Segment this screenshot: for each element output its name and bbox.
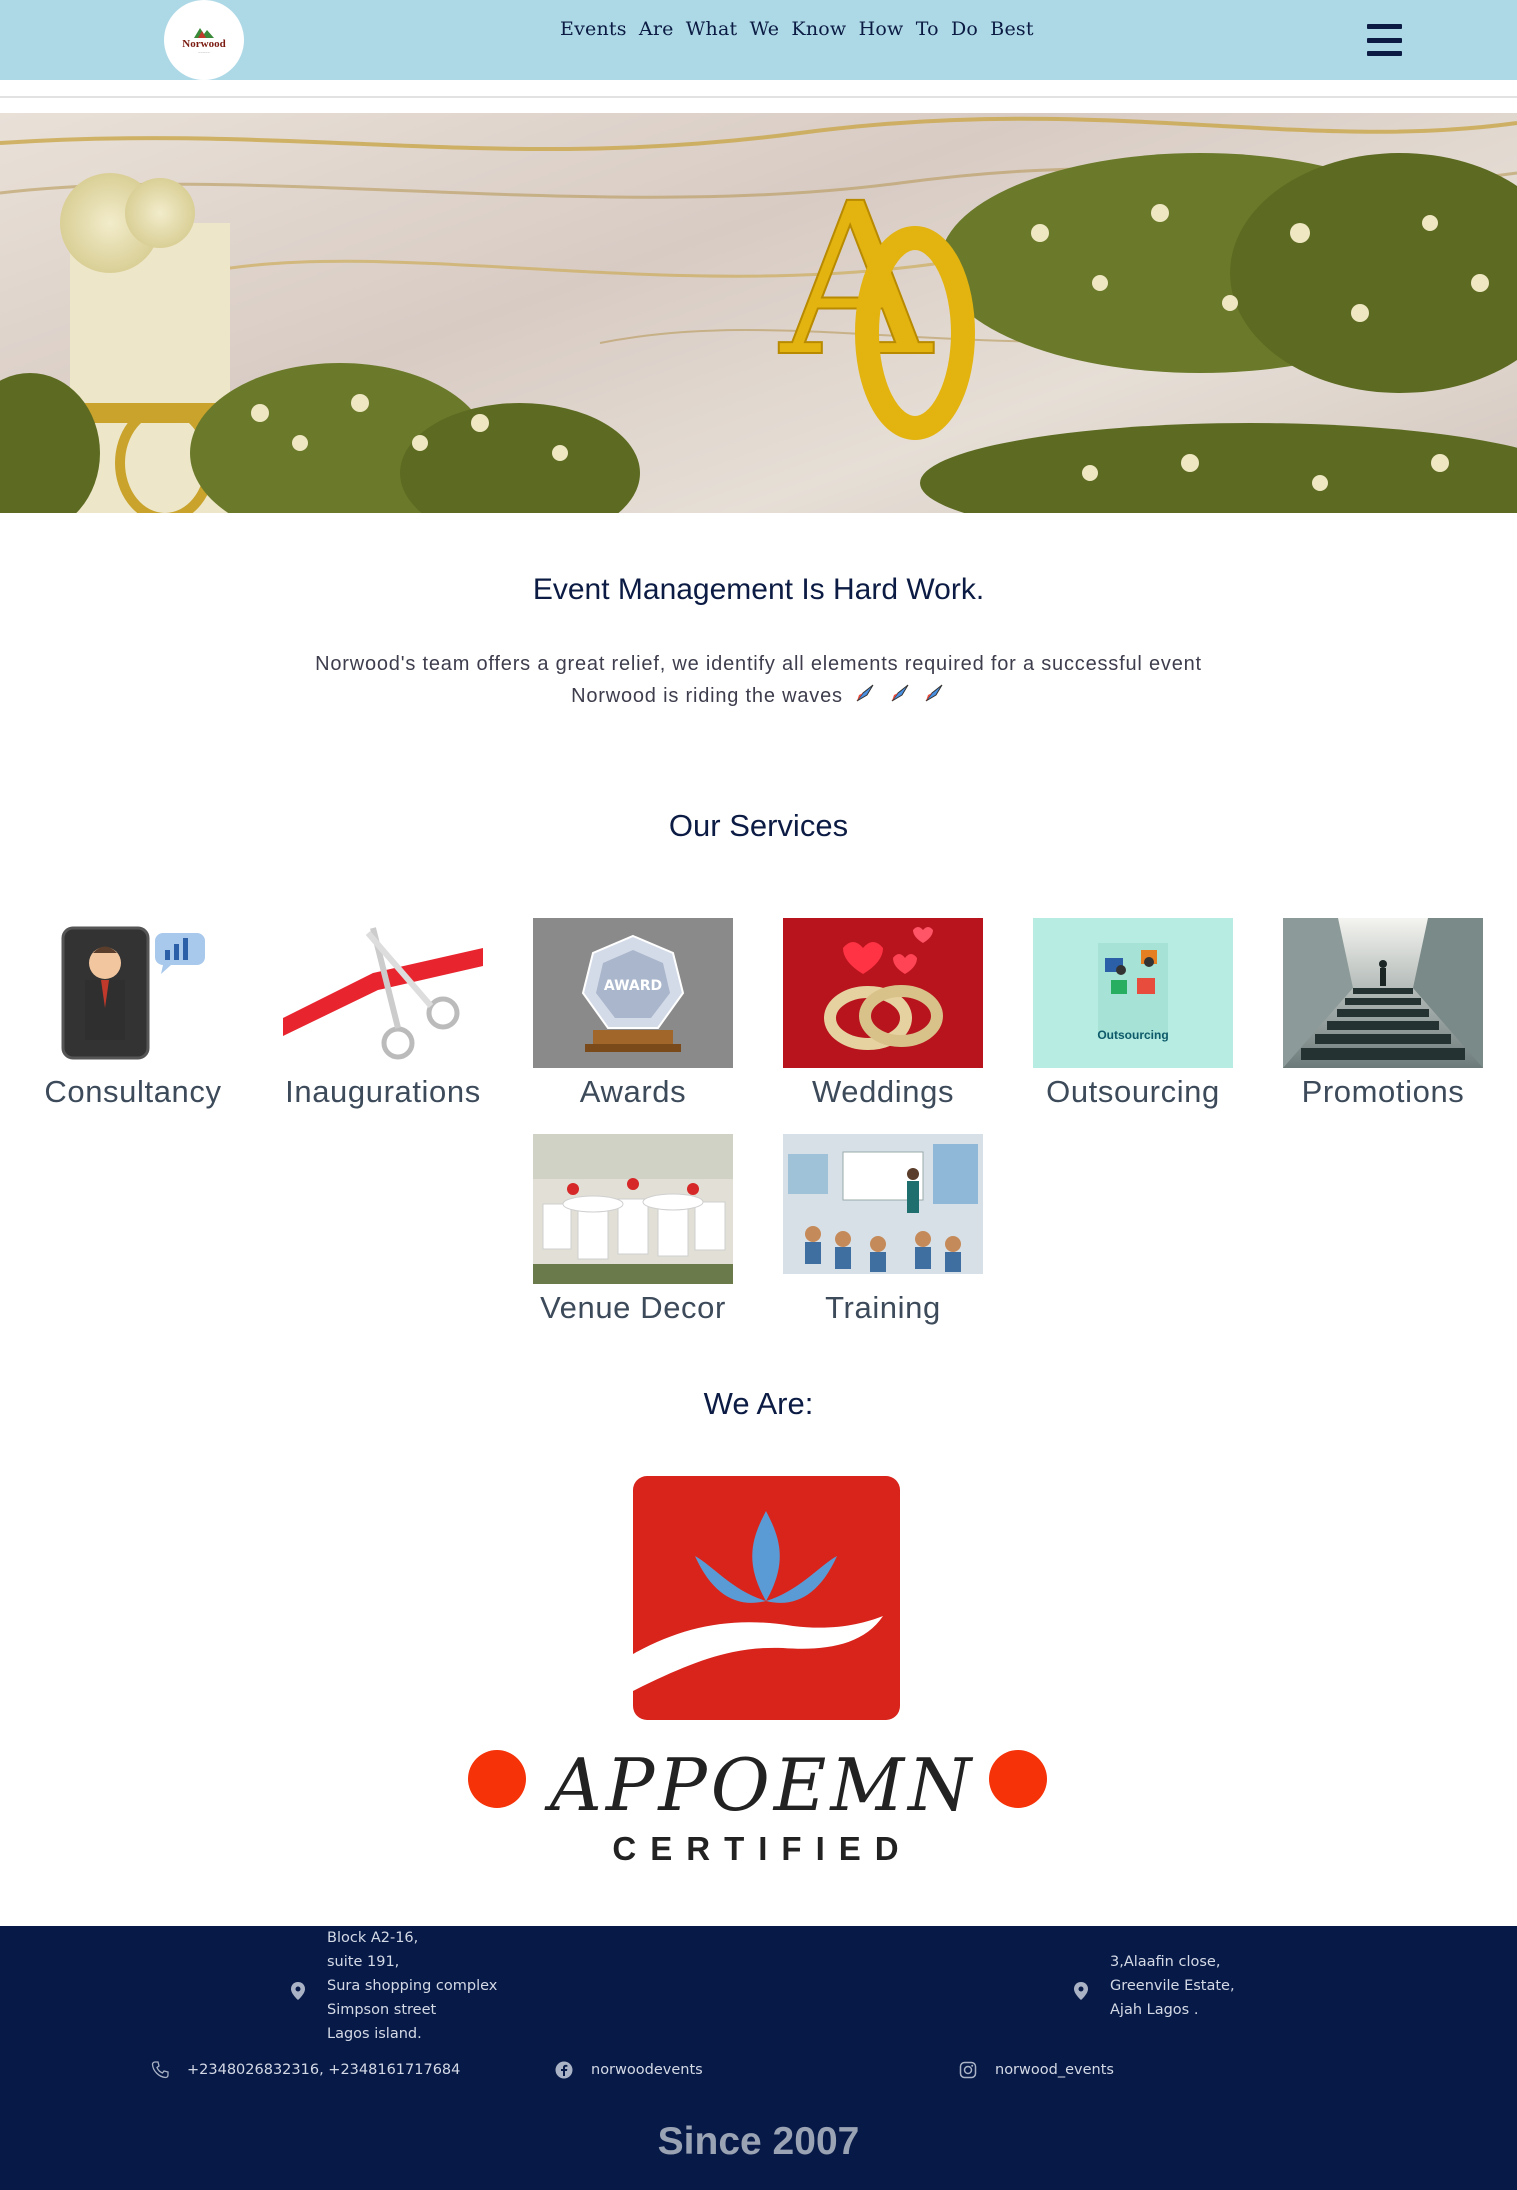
- phone-icon: [151, 2061, 169, 2079]
- training-icon: [783, 1134, 983, 1284]
- award-trophy-icon: AWARD: [533, 918, 733, 1068]
- location-pin-icon: [291, 1982, 305, 2000]
- address-line: Block A2-16,: [327, 1930, 419, 1946]
- service-training[interactable]: Training: [783, 1134, 983, 1326]
- appoemn-logo: [633, 1476, 900, 1720]
- phone-contact[interactable]: +2348026832316, +2348161717684: [151, 2061, 460, 2079]
- intro-text-line-1: Norwood's team offers a great relief, we…: [315, 653, 1202, 675]
- service-label: Promotions: [1301, 1074, 1465, 1109]
- service-label: Weddings: [811, 1074, 955, 1109]
- service-outsourcing[interactable]: Outsourcing Outsourcing: [1033, 918, 1233, 1110]
- intro-title: Event Management Is Hard Work.: [532, 573, 985, 606]
- instagram-icon: [959, 2061, 977, 2079]
- address-line: Simpson street: [327, 2002, 437, 2018]
- site-tagline: Events Are What We Know How To Do Best: [560, 18, 1034, 40]
- since-year: Since 2007: [657, 2120, 860, 2163]
- service-label: Training: [825, 1290, 941, 1325]
- cert-name: APPOEMN: [549, 1743, 976, 1827]
- service-inaugurations[interactable]: Inaugurations: [283, 918, 483, 1110]
- service-label: Venue Decor: [540, 1290, 726, 1325]
- service-awards[interactable]: AWARD Awards: [533, 918, 733, 1110]
- service-consultancy[interactable]: Consultancy: [33, 918, 233, 1110]
- address-line: Ajah Lagos .: [1110, 2002, 1199, 2018]
- service-label: Inaugurations: [285, 1074, 481, 1109]
- facebook-handle: norwoodevents: [591, 2062, 703, 2078]
- address-line: Sura shopping complex: [327, 1978, 498, 1994]
- service-venue-decor[interactable]: Venue Decor: [533, 1134, 733, 1326]
- service-label: Consultancy: [44, 1074, 222, 1109]
- instagram-handle: norwood_events: [995, 2062, 1114, 2078]
- svg-text:AWARD: AWARD: [604, 978, 662, 994]
- ribbon-scissors-icon: [283, 918, 483, 1068]
- instagram-link[interactable]: norwood_events: [959, 2061, 1114, 2079]
- consultant-icon: [33, 918, 233, 1068]
- hamburger-menu-icon[interactable]: [1367, 24, 1402, 56]
- service-label: Outsourcing: [1046, 1074, 1220, 1109]
- outsourcing-image-text: Outsourcing: [1097, 1028, 1169, 1042]
- service-label: Awards: [579, 1074, 687, 1109]
- header-divider: [0, 96, 1517, 98]
- cert-left-dot: [468, 1750, 526, 1808]
- services-title: Our Services: [668, 808, 849, 843]
- site-header: Norwood ~~~~~ Events Are What We Know Ho…: [0, 0, 1517, 80]
- rocket-icon: [925, 684, 943, 702]
- address-block-2: 3,Alaafin close, Greenvile Estate, Ajah …: [1110, 1950, 1235, 2022]
- intro-text-line-2-text: Norwood is riding the waves: [571, 685, 843, 707]
- service-promotions[interactable]: Promotions: [1283, 918, 1483, 1110]
- facebook-link[interactable]: norwoodevents: [555, 2061, 703, 2079]
- location-pin-icon: [1074, 1982, 1088, 2000]
- logo-roof-icon: [194, 27, 214, 38]
- hero-banner: A: [0, 113, 1517, 513]
- hand-lotus-icon: [633, 1511, 883, 1691]
- hero-monogram: A: [778, 158, 934, 403]
- logo-text: Norwood: [182, 37, 226, 50]
- logo-subtext: ~~~~~: [198, 49, 210, 55]
- address-block-1: Block A2-16, suite 191, Sura shopping co…: [327, 1926, 497, 2046]
- intro-text-line-2: Norwood is riding the waves: [0, 683, 1517, 708]
- we-are-title: We Are:: [703, 1386, 814, 1421]
- stairs-icon: [1283, 918, 1483, 1068]
- rocket-icon: [891, 684, 908, 702]
- venue-decor-icon: [533, 1134, 733, 1284]
- address-line: 3,Alaafin close,: [1110, 1954, 1221, 1970]
- service-weddings[interactable]: Weddings: [783, 918, 983, 1110]
- outsourcing-icon: Outsourcing: [1033, 918, 1233, 1068]
- rocket-icon: [856, 684, 874, 702]
- norwood-logo[interactable]: Norwood ~~~~~: [164, 0, 244, 80]
- facebook-icon: [555, 2061, 573, 2079]
- address-line: Greenvile Estate,: [1110, 1978, 1235, 1994]
- address-line: Lagos island.: [327, 2026, 422, 2042]
- cert-subtitle: CERTIFIED: [612, 1830, 913, 1867]
- hero-image: A: [0, 116, 1517, 513]
- address-line: suite 191,: [327, 1954, 400, 1970]
- wedding-rings-icon: [783, 918, 983, 1068]
- phone-numbers: +2348026832316, +2348161717684: [187, 2062, 461, 2078]
